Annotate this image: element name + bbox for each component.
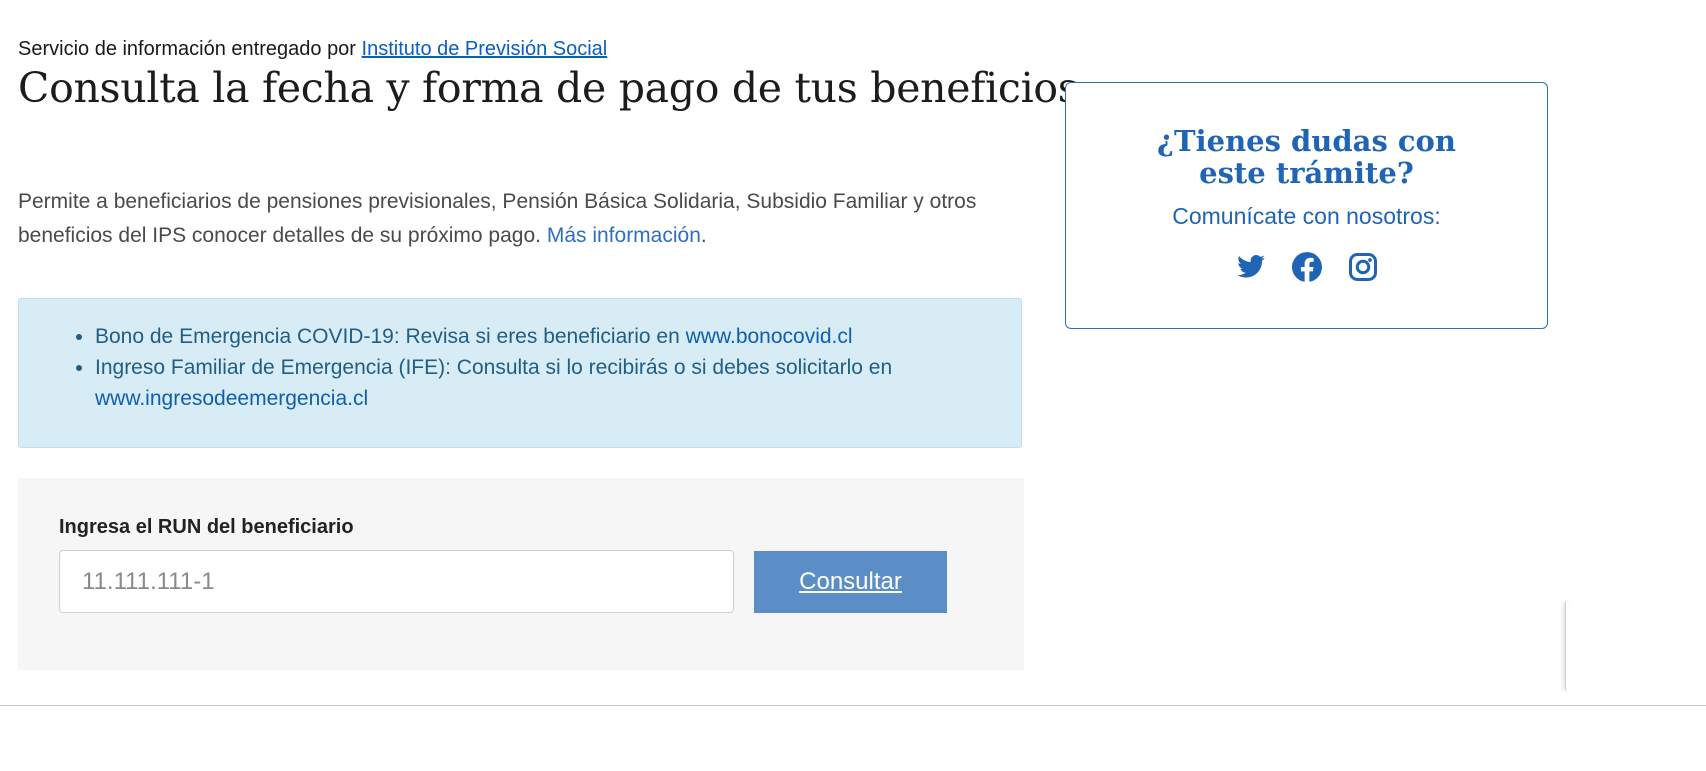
description-text: Permite a beneficiarios de pensiones pre… bbox=[18, 190, 977, 247]
social-links bbox=[1066, 252, 1547, 282]
page-divider bbox=[0, 705, 1706, 706]
instagram-icon[interactable] bbox=[1348, 252, 1378, 282]
provider-line: Servicio de información entregado por In… bbox=[18, 38, 607, 61]
run-form: Ingresa el RUN del beneficiario Consulta… bbox=[18, 478, 1024, 670]
bonocovid-link[interactable]: www.bonocovid.cl bbox=[686, 325, 853, 348]
facebook-icon[interactable] bbox=[1291, 252, 1322, 282]
consultar-button[interactable]: Consultar bbox=[754, 551, 947, 613]
description-end: . bbox=[700, 224, 707, 247]
twitter-icon[interactable] bbox=[1236, 252, 1266, 282]
alert-item-text: Bono de Emergencia COVID-19: Revisa si e… bbox=[95, 325, 680, 348]
alert-item-text: Ingreso Familiar de Emergencia (IFE): Co… bbox=[95, 356, 893, 379]
help-box: ¿Tienes dudas con este trámite? Comuníca… bbox=[1065, 82, 1548, 329]
page-title: Consulta la fecha y forma de pago de tus… bbox=[18, 64, 1079, 112]
service-description: Permite a beneficiarios de pensiones pre… bbox=[18, 185, 1018, 253]
info-alert: Bono de Emergencia COVID-19: Revisa si e… bbox=[18, 298, 1022, 448]
help-title: ¿Tienes dudas con este trámite? bbox=[1157, 124, 1456, 190]
run-input[interactable] bbox=[59, 550, 734, 613]
run-label: Ingresa el RUN del beneficiario bbox=[59, 516, 354, 538]
ingresodeemergencia-link[interactable]: www.ingresodeemergencia.cl bbox=[95, 387, 368, 410]
provider-prefix: Servicio de información entregado por bbox=[18, 38, 356, 60]
alert-item-bono: Bono de Emergencia COVID-19: Revisa si e… bbox=[95, 321, 1021, 352]
provider-link[interactable]: Instituto de Previsión Social bbox=[362, 38, 608, 60]
alert-item-ife: Ingreso Familiar de Emergencia (IFE): Co… bbox=[95, 352, 1021, 414]
alert-list: Bono de Emergencia COVID-19: Revisa si e… bbox=[19, 299, 1021, 414]
scroll-edge bbox=[1565, 602, 1570, 690]
more-info-link[interactable]: Más información bbox=[547, 224, 701, 247]
help-subtitle: Comunícate con nosotros: bbox=[1172, 203, 1441, 229]
